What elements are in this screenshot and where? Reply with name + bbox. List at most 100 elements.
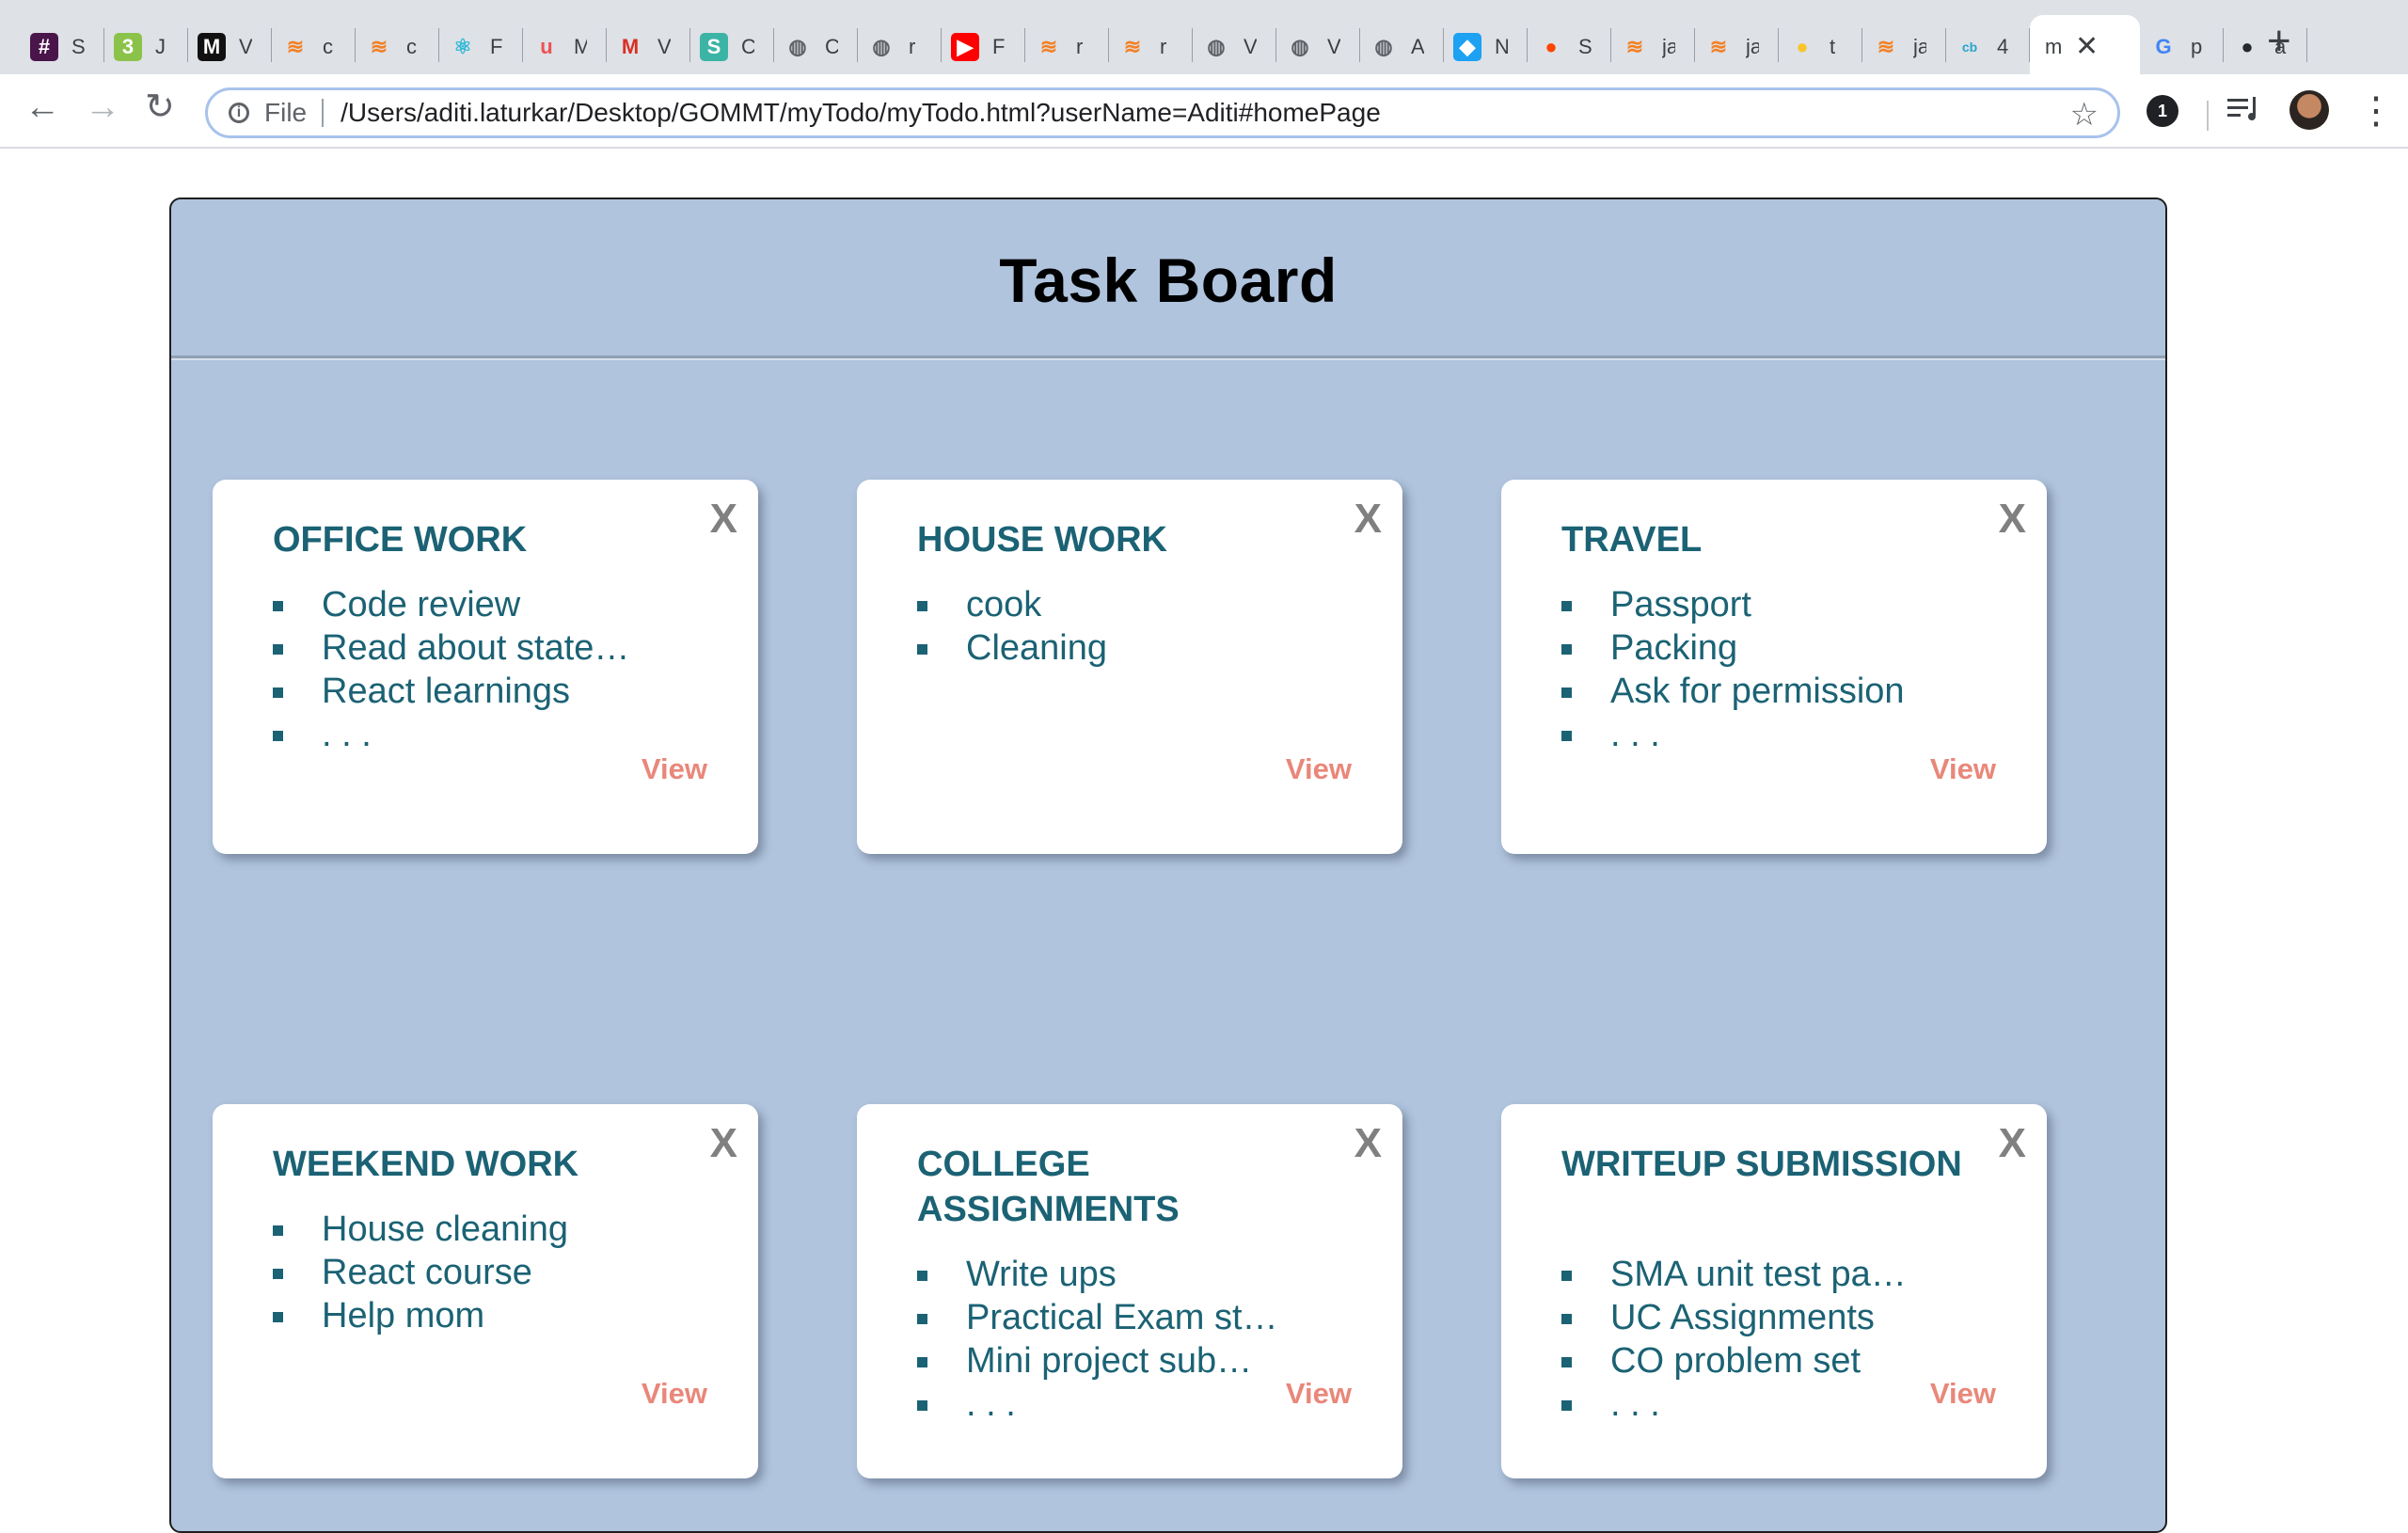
task-card: X COLLEGE ASSIGNMENTS Write ups Practical E… [857, 1104, 1402, 1478]
stackoverflow-icon: ≋ [370, 35, 388, 58]
task-item: Code review [273, 583, 629, 626]
board-header: Task Board [171, 199, 2165, 358]
back-arrow-icon: ← [24, 87, 60, 127]
globe-icon: ◍ [1207, 35, 1226, 58]
stackoverflow-icon: ≋ [1709, 35, 1728, 58]
forward-button[interactable]: → [85, 89, 120, 125]
bookmark-star-icon[interactable]: ☆ [2070, 96, 2099, 134]
stackoverflow-icon: ≋ [286, 35, 305, 58]
view-card-link[interactable]: View [1930, 1377, 1996, 1411]
chrome-menu-icon[interactable]: ⋮ [2357, 89, 2395, 133]
card-title: OFFICE WORK [273, 520, 528, 560]
browser-tab[interactable]: MV [607, 15, 690, 79]
browser-tab[interactable]: MV [188, 15, 272, 79]
tab-title: m [2045, 35, 2063, 58]
task-list: Passport Packing Ask for permission. . . [1561, 583, 1905, 756]
tab-title: ja [1913, 35, 1926, 58]
tab-close-icon[interactable]: ✕ [2075, 33, 2099, 61]
github-icon: ● [2241, 35, 2254, 58]
view-card-link[interactable]: View [1286, 752, 1352, 786]
profile-avatar[interactable] [2289, 90, 2329, 130]
delete-card-button[interactable]: X [1354, 498, 1382, 540]
card-title: HOUSE WORK [917, 520, 1167, 560]
reload-icon: ↻ [145, 87, 175, 127]
view-card-link[interactable]: View [1286, 1377, 1352, 1411]
stackoverflow-icon: ≋ [1877, 35, 1895, 58]
browser-tab-strip: # S 3 J M V ≋ c ≋ c ⚛ Fu M M V S C ◍ C ◍ r ▶ F ≋ r ≋ r ◍ V ◍ V ◍ A ◆ N ● S ≋ j… [0, 0, 2408, 79]
tab-title: C [825, 35, 838, 58]
browser-tab[interactable]: ◍ V [1276, 15, 1360, 79]
browser-tab[interactable]: Gp [2140, 15, 2224, 79]
toolbar-divider [2207, 101, 2209, 131]
info-icon[interactable]: i [229, 103, 249, 123]
tab-title: V [1244, 35, 1257, 58]
task-card: X TRAVEL Passport Packing Ask for permission… [1501, 480, 2047, 854]
tab-title: c [323, 35, 333, 58]
browser-tab[interactable]: ≋ c [356, 15, 439, 79]
browser-tab[interactable]: # S [21, 15, 104, 79]
extension-badge-icon[interactable]: 1 [2147, 95, 2178, 127]
globe-icon: ◍ [872, 35, 891, 58]
task-item: Packing [1561, 626, 1905, 670]
media-control-icon[interactable] [2227, 95, 2261, 132]
task-list: House cleaning React course Help mom [273, 1208, 568, 1337]
delete-card-button[interactable]: X [1999, 1123, 2026, 1164]
browser-tab[interactable]: ● a [2224, 15, 2307, 79]
view-card-link[interactable]: View [1930, 752, 1996, 786]
delete-card-button[interactable]: X [710, 1123, 737, 1164]
gmail-icon: M [621, 35, 640, 58]
tab-title: S [71, 35, 85, 58]
task-list: SMA unit test pa… UC Assignments CO proble… [1561, 1253, 1907, 1426]
view-card-link[interactable]: View [642, 1377, 707, 1411]
browser-tab[interactable]: ≋ r [1109, 15, 1193, 79]
delete-card-button[interactable]: X [1999, 498, 2026, 540]
back-button[interactable]: ← [24, 89, 60, 125]
browser-tab[interactable]: ● t [1779, 15, 1862, 79]
browser-tab[interactable]: SC [690, 15, 774, 79]
browser-tab[interactable]: ≋ r [1025, 15, 1109, 79]
task-list: cook Cleaning [917, 583, 1107, 670]
browser-tab[interactable]: ◍ A [1360, 15, 1444, 79]
task-item: . . . [1561, 1383, 1907, 1426]
tab-title: M [574, 35, 587, 58]
task-item: Cleaning [917, 626, 1107, 670]
browser-tab[interactable]: ◍ r [858, 15, 942, 79]
browser-tab[interactable]: ▶ F [942, 15, 1025, 79]
browser-tab[interactable]: ▢m✕ [2030, 15, 2140, 79]
reload-button[interactable]: ↻ [145, 89, 175, 125]
browser-tab[interactable]: ⚛ F [439, 15, 523, 79]
task-item: Passport [1561, 583, 1905, 626]
tab-title: A [1411, 35, 1424, 58]
tab-title: V [1327, 35, 1340, 58]
browser-tab[interactable]: ◍ C [774, 15, 858, 79]
delete-card-button[interactable]: X [1354, 1123, 1382, 1164]
task-item: Ask for permission [1561, 670, 1905, 713]
browser-tab[interactable]: ≋ c [272, 15, 356, 79]
tab-title: p [2191, 35, 2203, 58]
task-item: Read about state… [273, 626, 629, 670]
address-bar[interactable]: i File /Users/aditi.laturkar/Desktop/GOM… [205, 87, 2120, 138]
browser-tab[interactable]: ≋ ja [1862, 15, 1946, 79]
tab-title: F [992, 35, 1006, 58]
task-item: UC Assignments [1561, 1296, 1907, 1339]
tab-title: ja [1746, 35, 1759, 58]
browser-tab[interactable]: ◍ V [1193, 15, 1276, 79]
browser-tab[interactable]: cb 4 [1946, 15, 2030, 79]
tab-title: r [1160, 35, 1167, 58]
browser-tab[interactable]: ≋ ja [1611, 15, 1695, 79]
tab-title: F [490, 35, 503, 58]
browser-tab[interactable]: ≋ ja [1695, 15, 1779, 79]
task-list: Write ups Practical Exam st… Mini project … [917, 1253, 1278, 1426]
card-title: WEEKEND WORK [273, 1145, 579, 1184]
browser-tab[interactable]: 3J [104, 15, 188, 79]
view-card-link[interactable]: View [642, 752, 707, 786]
bird-icon: ◆ [1453, 33, 1481, 61]
url-text[interactable]: /Users/aditi.laturkar/Desktop/GOMMT/myTo… [341, 98, 1381, 128]
browser-tab[interactable]: uM [523, 15, 607, 79]
react-icon: ⚛ [453, 35, 472, 58]
new-tab-button[interactable]: + [2267, 21, 2291, 62]
browser-tab[interactable]: ● S [1528, 15, 1611, 79]
medium-icon: M [198, 33, 226, 61]
browser-tab[interactable]: ◆ N [1444, 15, 1528, 79]
delete-card-button[interactable]: X [710, 498, 737, 540]
